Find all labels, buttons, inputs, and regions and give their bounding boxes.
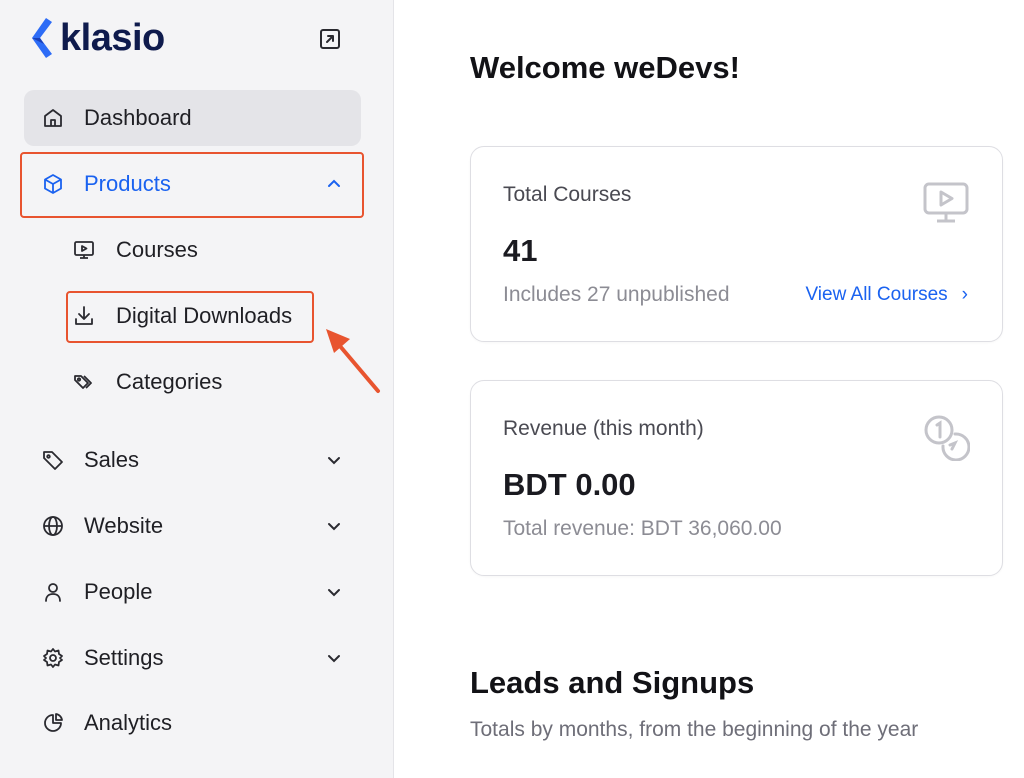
sidebar-item-label: Website bbox=[84, 513, 164, 538]
coins-icon bbox=[924, 415, 970, 461]
main-content: Welcome weDevs! Total Courses 41 Include… bbox=[395, 0, 1024, 778]
monitor-play-icon bbox=[923, 182, 969, 223]
sidebar-item-label: Sales bbox=[84, 447, 140, 472]
sidebar-subitem-digital-downloads[interactable]: Digital Downloads bbox=[72, 296, 292, 336]
logo[interactable]: klasio bbox=[30, 16, 165, 60]
sidebar-item-analytics[interactable]: Analytics bbox=[24, 695, 361, 751]
home-icon bbox=[42, 107, 64, 129]
sidebar-item-dashboard[interactable]: Dashboard bbox=[24, 90, 361, 146]
sidebar-item-products[interactable]: Products bbox=[24, 156, 361, 212]
user-icon bbox=[42, 581, 64, 603]
card-title: Total Courses bbox=[503, 183, 632, 206]
sidebar-item-settings[interactable]: Settings bbox=[24, 630, 361, 686]
sidebar-item-sales[interactable]: Sales bbox=[24, 432, 361, 488]
card-value: 41 bbox=[503, 233, 538, 268]
sidebar-subitem-courses[interactable]: Courses bbox=[72, 230, 198, 270]
view-all-courses-link[interactable]: View All Courses › bbox=[805, 284, 968, 306]
download-icon bbox=[72, 304, 96, 328]
card-subtitle: Includes 27 unpublished bbox=[503, 283, 730, 306]
globe-icon bbox=[42, 515, 64, 537]
page-title: Welcome weDevs! bbox=[470, 50, 740, 85]
sidebar-subitem-label: Courses bbox=[116, 237, 198, 262]
sidebar-item-label: Settings bbox=[84, 645, 164, 670]
card-title: Revenue (this month) bbox=[503, 417, 704, 440]
leads-section-title: Leads and Signups bbox=[470, 665, 755, 700]
tag-icon bbox=[42, 449, 64, 471]
sidebar-item-label: Analytics bbox=[84, 710, 173, 735]
collapse-sidebar-button[interactable] bbox=[318, 27, 342, 51]
chevron-down-icon bbox=[328, 589, 340, 597]
monitor-play-icon bbox=[72, 238, 96, 262]
link-label: View All Courses bbox=[805, 284, 948, 305]
total-courses-card: Total Courses 41 Includes 27 unpublished… bbox=[470, 146, 1003, 342]
pointer-arrow-icon bbox=[326, 329, 380, 393]
tags-icon bbox=[72, 370, 96, 394]
chevron-down-icon bbox=[328, 655, 340, 663]
sidebar-item-label: Dashboard bbox=[84, 105, 192, 130]
chevron-down-icon bbox=[328, 523, 340, 531]
klasio-logo-icon bbox=[32, 18, 52, 58]
external-arrow-icon bbox=[320, 29, 340, 49]
gear-icon bbox=[42, 647, 64, 669]
chevron-up-icon bbox=[328, 179, 340, 187]
sidebar-item-label: People bbox=[84, 579, 153, 604]
revenue-card: Revenue (this month) BDT 0.00 Total reve… bbox=[470, 380, 1003, 576]
sidebar-subitem-label: Categories bbox=[116, 369, 223, 394]
sidebar-subitem-label: Digital Downloads bbox=[116, 303, 293, 328]
sidebar-item-people[interactable]: People bbox=[24, 564, 361, 620]
sidebar: klasio Dashboard Products Courses Digita… bbox=[0, 0, 394, 778]
chevron-down-icon bbox=[328, 457, 340, 465]
card-subtitle: Total revenue: BDT 36,060.00 bbox=[503, 517, 782, 540]
card-value: BDT 0.00 bbox=[503, 467, 636, 502]
sidebar-item-website[interactable]: Website bbox=[24, 498, 361, 554]
brand-name: klasio bbox=[60, 16, 165, 59]
pie-chart-icon bbox=[42, 712, 64, 734]
chevron-right-icon: › bbox=[961, 284, 968, 305]
leads-section-subtitle: Totals by months, from the beginning of … bbox=[470, 718, 919, 741]
box-icon bbox=[42, 173, 64, 195]
sidebar-item-label: Products bbox=[84, 171, 171, 196]
sidebar-subitem-categories[interactable]: Categories bbox=[72, 362, 222, 402]
